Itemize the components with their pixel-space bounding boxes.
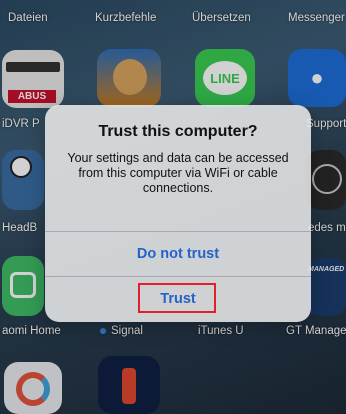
alert-title: Trust this computer?: [98, 123, 258, 140]
trust-button[interactable]: Trust: [45, 277, 311, 321]
alert-message: Your settings and data can be accessed f…: [67, 151, 289, 195]
do-not-trust-button[interactable]: Do not trust: [45, 232, 311, 276]
trust-computer-alert: Trust this computer? Your settings and d…: [45, 105, 311, 322]
